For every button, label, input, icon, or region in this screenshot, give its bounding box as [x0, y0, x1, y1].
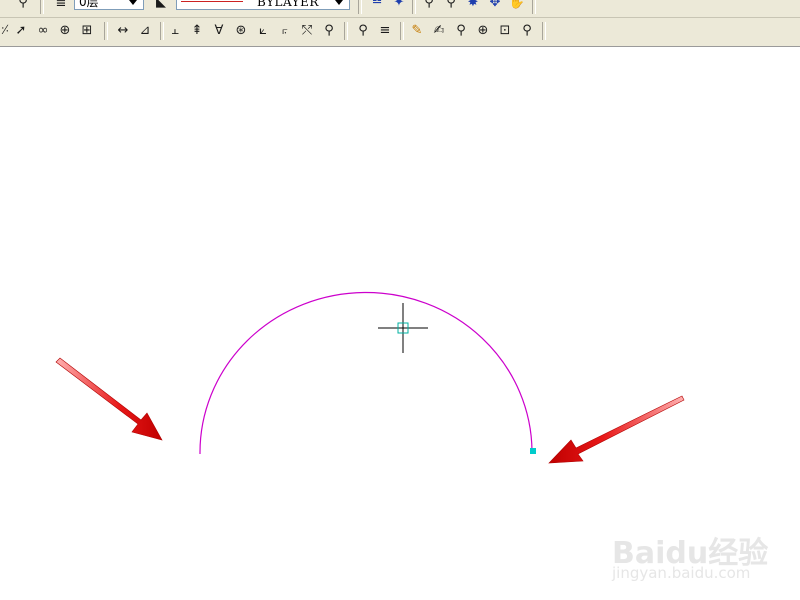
drawing-canvas[interactable]: Baidu经验 jingyan.baidu.com: [0, 47, 800, 600]
toolbar-separator: [542, 22, 546, 40]
pan-icon[interactable]: ✥: [486, 0, 504, 12]
quick-select-icon[interactable]: ⚲: [354, 22, 372, 40]
toolbar-separator: [104, 22, 108, 40]
object-color-icon[interactable]: ◣: [152, 0, 170, 12]
toolbar-separator: [412, 0, 416, 14]
diameter-icon[interactable]: ⊛: [232, 22, 250, 40]
layer-value: 0层: [79, 0, 99, 9]
hand-icon[interactable]: ✋: [508, 0, 526, 12]
block-insert-icon[interactable]: ╩: [368, 0, 386, 12]
layers-toolbar: ⚲ ≣ 0层 ◣ BYLAYER ╩ ✦ ⚲ ⚲ ✸ ✥ ✋: [0, 0, 800, 14]
zoom-previous-icon[interactable]: ✸: [464, 0, 482, 12]
right-red-arrow: [548, 395, 685, 464]
toolbar-area: ⚲ ≣ 0层 ◣ BYLAYER ╩ ✦ ⚲ ⚲ ✸ ✥ ✋ ⸓ ➚ ∞ ⊕ ⊞…: [0, 0, 800, 47]
layer-states-icon[interactable]: ≣: [52, 0, 70, 12]
layer-dropdown[interactable]: 0层: [74, 0, 144, 10]
watermark-url: jingyan.baidu.com: [612, 564, 751, 582]
linetype-dropdown[interactable]: BYLAYER: [176, 0, 350, 10]
toolbar-separator: [400, 22, 404, 40]
linetype-value: BYLAYER: [257, 0, 319, 9]
ordinate-icon[interactable]: ⇞: [188, 22, 206, 40]
chevron-down-icon[interactable]: [129, 0, 137, 5]
left-red-arrow: [55, 357, 163, 441]
measure-icon[interactable]: ≡: [376, 22, 394, 40]
layer-manager-icon[interactable]: ⚲: [14, 0, 32, 12]
continue-icon[interactable]: ⤲: [298, 22, 316, 40]
drawing-svg: [55, 291, 685, 464]
match-properties-icon[interactable]: ✦: [390, 0, 408, 12]
arc-entity[interactable]: [199, 291, 533, 455]
arc-length-icon[interactable]: ⫠: [166, 22, 184, 40]
zoom-extents-icon[interactable]: ⊡: [496, 22, 514, 40]
crosshair-cursor: [378, 303, 428, 353]
zoom-realtime-icon[interactable]: ⚲: [420, 0, 438, 12]
toolbar-separator: [160, 22, 164, 40]
hatch-icon[interactable]: ⊕: [56, 22, 74, 40]
linear-dimension-icon[interactable]: ↔: [114, 22, 132, 40]
angular-icon[interactable]: ⟀: [254, 22, 272, 40]
toolbar-separator: [358, 0, 362, 14]
baseline-icon[interactable]: ⟔: [276, 22, 294, 40]
edit-text-icon[interactable]: ✎: [408, 22, 426, 40]
zoom-scale-icon[interactable]: ⚲: [518, 22, 536, 40]
tolerance-icon[interactable]: ⚲: [320, 22, 338, 40]
revision-cloud-icon[interactable]: ∞: [34, 22, 52, 40]
spline-icon[interactable]: ➚: [12, 22, 30, 40]
zoom-in-icon[interactable]: ✍: [430, 22, 448, 40]
aligned-dimension-icon[interactable]: ⊿: [136, 22, 154, 40]
radius-icon[interactable]: ∀: [210, 22, 228, 40]
zoom-window-icon[interactable]: ⚲: [442, 0, 460, 12]
toolbar-separator: [532, 0, 536, 14]
toolbar-separator: [344, 22, 348, 40]
toolbar-separator: [40, 0, 44, 14]
arc-end-grip[interactable]: [530, 448, 536, 454]
zoom-all-icon[interactable]: ⊕: [474, 22, 492, 40]
linetype-sample: [181, 1, 243, 2]
boundary-icon[interactable]: ⊞: [78, 22, 96, 40]
zoom-out-icon[interactable]: ⚲: [452, 22, 470, 40]
draw-dimension-toolbar: ⸓ ➚ ∞ ⊕ ⊞ ↔ ⊿ ⫠ ⇞ ∀ ⊛ ⟀ ⟔ ⤲ ⚲ ⚲ ≡ ✎ ✍ ⚲ …: [0, 17, 800, 42]
chevron-down-icon[interactable]: [335, 0, 343, 5]
